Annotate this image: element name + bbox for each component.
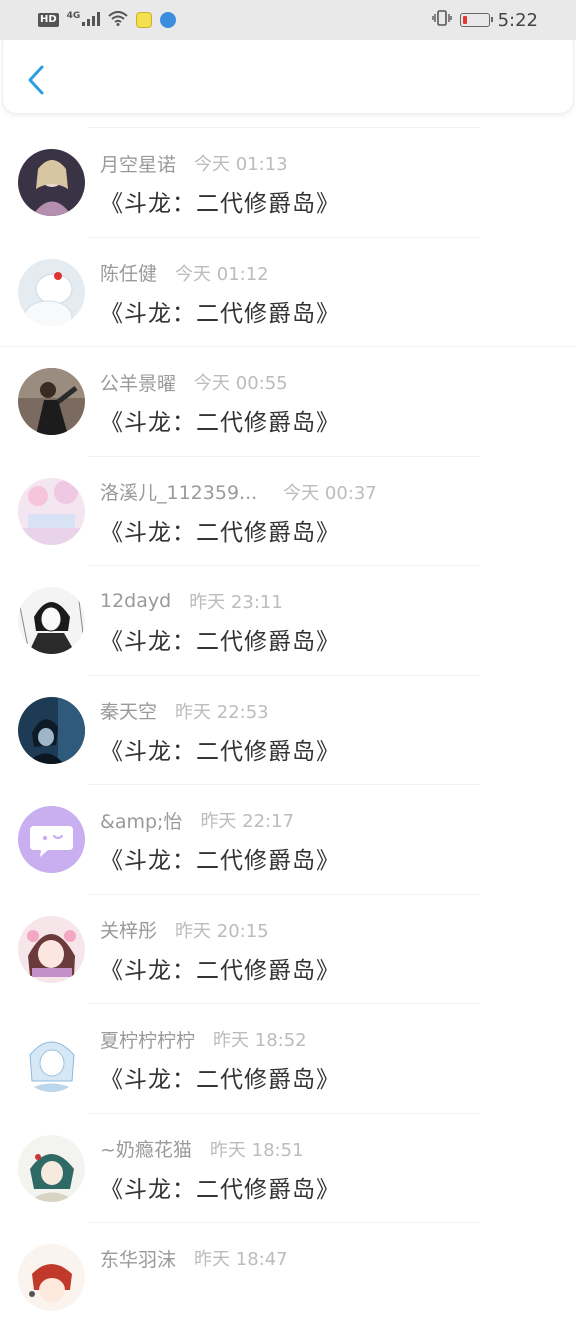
vibrate-icon bbox=[431, 10, 452, 30]
nickname: 公羊景曜 bbox=[100, 372, 177, 395]
network-type-label: 4G bbox=[66, 11, 81, 21]
item-meta: 12dayd 昨天 23:11 bbox=[100, 588, 283, 614]
item-meta: 公羊景曜 今天 00:55 bbox=[100, 369, 288, 395]
timestamp: 昨天 18:47 bbox=[194, 1249, 288, 1270]
list-item[interactable]: 陈任健 今天 01:12 《斗龙：二代修爵岛》 bbox=[0, 238, 576, 347]
list-item[interactable]: 洛溪儿_112359... 今天 00:37 《斗龙：二代修爵岛》 bbox=[0, 457, 576, 566]
avatar[interactable] bbox=[18, 1244, 85, 1311]
status-bar: HD 4G 5:22 bbox=[0, 0, 576, 40]
status-time: 5:22 bbox=[497, 9, 538, 31]
timestamp: 今天 01:13 bbox=[194, 154, 288, 175]
avatar[interactable] bbox=[18, 806, 85, 873]
timestamp: 今天 01:12 bbox=[175, 263, 269, 285]
list-item[interactable]: 东华羽沫 昨天 18:47 bbox=[0, 1223, 576, 1333]
reader-list: 月空星诺 今天 01:13 《斗龙：二代修爵岛》 陈任健 今天 01:12 《斗… bbox=[0, 128, 576, 1333]
list-item[interactable]: 秦天空 昨天 22:53 《斗龙：二代修爵岛》 bbox=[0, 676, 576, 785]
app-notify-icon bbox=[136, 12, 153, 28]
list-item[interactable]: 月空星诺 今天 01:13 《斗龙：二代修爵岛》 bbox=[0, 128, 576, 238]
message-text: 《斗龙：二代修爵岛》 bbox=[100, 410, 340, 436]
item-meta: 关梓彤 昨天 20:15 bbox=[100, 917, 269, 943]
avatar[interactable] bbox=[18, 477, 85, 545]
wifi-icon bbox=[108, 10, 128, 30]
item-meta: 秦天空 昨天 22:53 bbox=[100, 698, 269, 724]
hd-icon: HD bbox=[38, 13, 59, 27]
timestamp: 昨天 18:52 bbox=[213, 1030, 307, 1051]
list-item[interactable]: ~奶瘾花猫 昨天 18:51 《斗龙：二代修爵岛》 bbox=[0, 1114, 576, 1223]
nickname: 陈任健 bbox=[100, 263, 158, 285]
nickname: &amp;怡 bbox=[100, 810, 183, 833]
avatar[interactable] bbox=[18, 696, 85, 764]
item-meta: 陈任健 今天 01:12 bbox=[100, 260, 269, 286]
back-button[interactable] bbox=[21, 64, 51, 100]
nickname: ~奶瘾花猫 bbox=[100, 1139, 192, 1161]
nickname: 关梓彤 bbox=[100, 920, 158, 942]
chat-bubble-icon bbox=[18, 806, 85, 873]
timestamp: 昨天 20:15 bbox=[175, 920, 269, 942]
status-bar-right: 5:22 bbox=[431, 9, 538, 31]
message-text: 《斗龙：二代修爵岛》 bbox=[100, 300, 340, 327]
nickname: 12dayd bbox=[100, 590, 172, 612]
message-text: 《斗龙：二代修爵岛》 bbox=[100, 191, 340, 217]
list-item[interactable]: 公羊景曜 今天 00:55 《斗龙：二代修爵岛》 bbox=[0, 347, 576, 457]
signal-icon bbox=[82, 11, 101, 30]
timestamp: 昨天 22:53 bbox=[175, 701, 269, 723]
nickname: 月空星诺 bbox=[100, 153, 177, 176]
message-text: 《斗龙：二代修爵岛》 bbox=[100, 848, 340, 874]
item-meta: 东华羽沫 昨天 18:47 bbox=[100, 1245, 288, 1271]
message-text: 《斗龙：二代修爵岛》 bbox=[100, 629, 340, 655]
status-bar-left: HD 4G bbox=[38, 10, 177, 30]
message-text: 《斗龙：二代修爵岛》 bbox=[100, 738, 340, 765]
chevron-left-icon bbox=[27, 65, 45, 99]
nickname: 东华羽沫 bbox=[100, 1248, 177, 1271]
app-notify-icon-2 bbox=[160, 12, 177, 28]
avatar[interactable] bbox=[18, 1134, 85, 1202]
avatar[interactable] bbox=[18, 368, 85, 435]
nickname: 秦天空 bbox=[100, 701, 158, 723]
nickname: 夏柠柠柠柠 bbox=[100, 1029, 196, 1052]
list-item[interactable]: 关梓彤 昨天 20:15 《斗龙：二代修爵岛》 bbox=[0, 895, 576, 1004]
list-item[interactable]: 夏柠柠柠柠 昨天 18:52 《斗龙：二代修爵岛》 bbox=[0, 1004, 576, 1114]
message-text: 《斗龙：二代修爵岛》 bbox=[100, 957, 340, 984]
message-text: 《斗龙：二代修爵岛》 bbox=[100, 519, 340, 546]
item-meta: &amp;怡 昨天 22:17 bbox=[100, 807, 294, 833]
list-item[interactable]: &amp;怡 昨天 22:17 《斗龙：二代修爵岛》 bbox=[0, 785, 576, 895]
avatar[interactable] bbox=[18, 587, 85, 654]
avatar[interactable] bbox=[18, 1025, 85, 1092]
battery-icon bbox=[459, 13, 493, 27]
message-text: 《斗龙：二代修爵岛》 bbox=[100, 1067, 340, 1093]
timestamp: 昨天 23:11 bbox=[189, 592, 283, 613]
item-meta: 月空星诺 今天 01:13 bbox=[100, 150, 288, 176]
item-meta: 洛溪儿_112359... 今天 00:37 bbox=[100, 479, 377, 505]
timestamp: 昨天 18:51 bbox=[209, 1139, 304, 1161]
avatar[interactable] bbox=[18, 915, 85, 983]
nickname: 洛溪儿_112359... bbox=[100, 482, 258, 504]
timestamp: 今天 00:37 bbox=[283, 482, 377, 504]
avatar[interactable] bbox=[18, 149, 85, 216]
item-meta: ~奶瘾花猫 昨天 18:51 bbox=[100, 1136, 304, 1162]
message-text: 《斗龙：二代修爵岛》 bbox=[100, 1176, 340, 1203]
avatar[interactable] bbox=[18, 258, 85, 326]
item-meta: 夏柠柠柠柠 昨天 18:52 bbox=[100, 1026, 307, 1052]
top-app-bar bbox=[2, 40, 574, 114]
timestamp: 昨天 22:17 bbox=[200, 811, 295, 832]
timestamp: 今天 00:55 bbox=[194, 373, 288, 394]
list-item[interactable]: 12dayd 昨天 23:11 《斗龙：二代修爵岛》 bbox=[0, 566, 576, 676]
